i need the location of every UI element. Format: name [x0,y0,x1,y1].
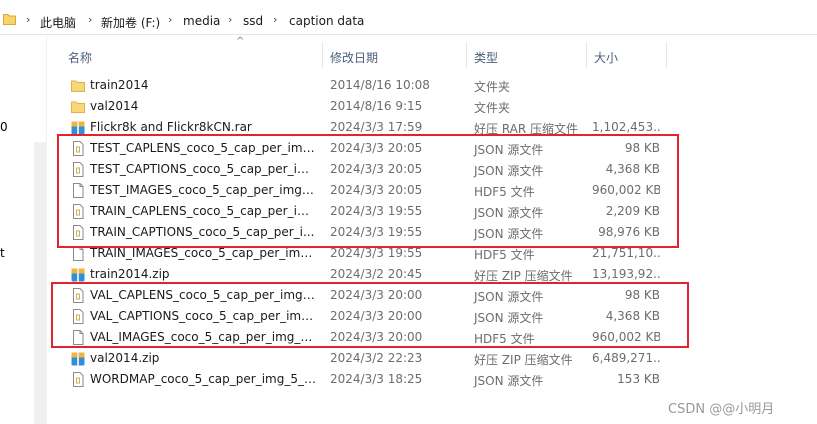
breadcrumb-media[interactable]: media [183,14,220,28]
column-header-type[interactable]: 类型 [474,49,498,66]
column-header-size[interactable]: 大小 [594,49,618,66]
file-row[interactable]: val2014.zip 2024/3/2 22:23 好压 ZIP 压缩文件 6,48… [62,348,672,369]
column-divider[interactable] [666,42,667,68]
breadcrumb-ssd[interactable]: ssd [243,14,263,28]
file-type: 文件夹 [474,101,511,115]
file-date: 2024/3/2 20:45 [330,267,423,281]
file-row[interactable]: train2014 2014/8/16 10:08 文件夹 [62,75,672,96]
nav-pane-text-fragment: 0 [0,120,8,134]
file-name: train2014 [90,78,149,92]
column-divider[interactable] [586,42,587,68]
file-date: 2024/3/2 22:23 [330,351,423,365]
breadcrumb-drive-f[interactable]: 新加卷 (F:) [101,14,160,31]
folder-icon [71,78,85,93]
json-file-icon [71,372,85,387]
file-date: 2024/3/3 18:25 [330,372,423,386]
file-date: 2014/8/16 9:15 [330,99,423,113]
column-divider[interactable] [466,42,467,68]
archive-icon [71,120,85,135]
column-divider[interactable] [322,42,323,68]
file-icon [71,246,85,261]
breadcrumb-caption-data[interactable]: caption data [289,14,364,28]
breadcrumb-separator: › [168,13,173,26]
breadcrumb-separator: › [228,13,233,26]
highlight-box-val [51,282,689,348]
archive-icon [71,267,85,282]
file-row[interactable]: val2014 2014/8/16 9:15 文件夹 [62,96,672,117]
file-type: JSON 源文件 [474,374,544,388]
file-date: 2024/3/3 17:59 [330,120,423,134]
column-header-row: ^ 名称 修改日期 类型 大小 [48,36,817,71]
breadcrumb-separator: › [273,13,278,26]
nav-pane-scrollbar[interactable] [34,142,46,424]
file-name: train2014.zip [90,267,170,281]
folder-icon [3,14,16,25]
file-size: 21,751,10... [592,246,660,260]
address-bar[interactable]: › 此电脑 › 新加卷 (F:) › media › ssd › caption… [0,0,817,35]
file-name: WORDMAP_coco_5_cap_per_img_5_m... [90,372,316,386]
file-name: val2014.zip [90,351,160,365]
file-type: 好压 ZIP 压缩文件 [474,353,573,367]
file-row[interactable]: WORDMAP_coco_5_cap_per_img_5_m... 2024/3/… [62,369,672,390]
navigation-pane[interactable]: 0 t [0,35,32,424]
file-size: 153 KB [617,372,660,386]
file-size: 13,193,92... [592,267,660,281]
sort-ascending-icon: ^ [236,36,245,47]
column-header-name[interactable]: 名称 [68,49,92,66]
file-type: 文件夹 [474,80,511,94]
file-type: HDF5 文件 [474,248,535,262]
file-name: TRAIN_IMAGES_coco_5_cap_per_img_... [90,246,316,260]
folder-icon [71,99,85,114]
file-date: 2014/8/16 10:08 [330,78,430,92]
pane-divider [46,35,47,424]
archive-icon [71,351,85,366]
breadcrumb-separator: › [88,13,93,26]
file-size: 6,489,271... [592,351,660,365]
file-name: val2014 [90,99,139,113]
highlight-box-test-train [57,134,679,248]
breadcrumb-this-pc[interactable]: 此电脑 [40,14,76,31]
watermark: CSDN @@小明月 [668,402,775,417]
breadcrumb-separator: › [26,13,31,26]
file-size: 1,102,453... [592,120,660,134]
file-date: 2024/3/3 19:55 [330,246,423,260]
column-header-date[interactable]: 修改日期 [330,49,378,66]
file-name: Flickr8k and Flickr8kCN.rar [90,120,252,134]
nav-pane-text-fragment: t [0,246,5,260]
